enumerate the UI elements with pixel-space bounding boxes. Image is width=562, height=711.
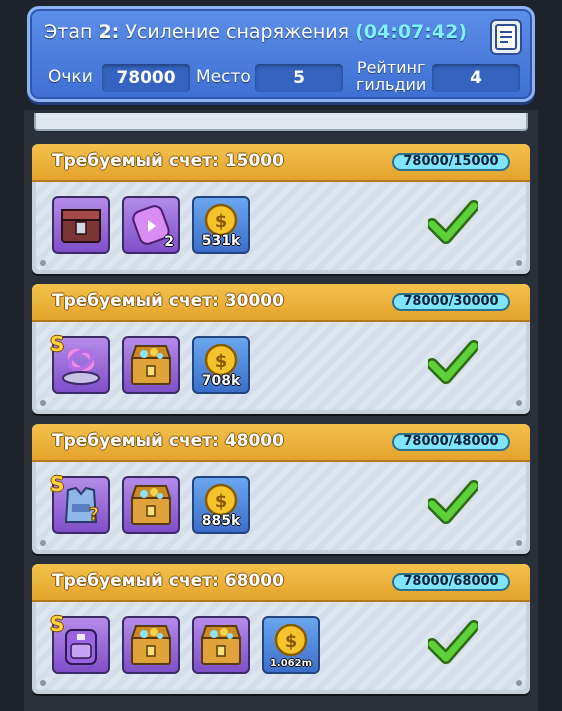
- completed-check-icon: [428, 200, 478, 244]
- treasure-chest-icon: [130, 345, 172, 385]
- reward-count: 2: [164, 234, 174, 250]
- s-rank-badge: S: [50, 472, 65, 496]
- guild-rating-value: 4: [432, 64, 520, 92]
- notepad-icon: [495, 24, 517, 50]
- stage-number: 2:: [98, 21, 120, 43]
- reward-item[interactable]: $ 885k: [192, 476, 250, 534]
- treasure-chest-icon: [200, 625, 242, 665]
- tier-progress-badge: 78000/68000: [392, 573, 510, 591]
- treasure-chest-icon: [130, 625, 172, 665]
- svg-text:$: $: [215, 351, 228, 372]
- reward-amount: 531k: [201, 233, 241, 249]
- s-rank-badge: S: [50, 612, 65, 636]
- equipment-chest-icon: [61, 209, 101, 243]
- tier-header: Требуемый счет: 68000 78000/68000: [32, 564, 530, 602]
- reward-item[interactable]: ? S: [50, 472, 110, 534]
- previous-tier-card-edge: [34, 113, 528, 131]
- reward-item[interactable]: S: [50, 332, 110, 394]
- tier-header: Требуемый счет: 15000 78000/15000: [32, 144, 530, 182]
- reward-item[interactable]: $ 708k: [192, 336, 250, 394]
- reward-item[interactable]: [122, 476, 180, 534]
- required-score-label: Требуемый счет: 15000: [52, 151, 284, 171]
- reward-tier-card: Требуемый счет: 48000 78000/48000 ? S $ …: [32, 424, 530, 554]
- stage-title: Этап 2: Усиление снаряжения (04:07:42): [44, 21, 467, 43]
- reward-item[interactable]: [122, 336, 180, 394]
- guild-rating-label: Рейтинг гильдии: [356, 58, 427, 94]
- svg-text:$: $: [215, 491, 228, 512]
- svg-text:$: $: [215, 211, 228, 232]
- place-value: 5: [255, 64, 343, 92]
- tier-progress-badge: 78000/15000: [392, 153, 510, 171]
- points-value: 78000: [102, 64, 190, 92]
- required-score-label: Требуемый счет: 68000: [52, 571, 284, 591]
- treasure-chest-icon: [130, 485, 172, 525]
- tier-header: Требуемый счет: 30000 78000/30000: [32, 284, 530, 322]
- event-info-button[interactable]: [490, 19, 522, 55]
- place-label: Место: [196, 67, 251, 87]
- stage-prefix: Этап: [44, 21, 93, 43]
- reward-amount: 1.062m: [269, 658, 313, 669]
- points-label: Очки: [48, 67, 93, 87]
- reward-item[interactable]: [122, 616, 180, 674]
- required-score-label: Требуемый счет: 48000: [52, 431, 284, 451]
- completed-check-icon: [428, 620, 478, 664]
- tier-progress-badge: 78000/48000: [392, 433, 510, 451]
- s-rank-badge: S: [50, 332, 65, 356]
- completed-check-icon: [428, 480, 478, 524]
- stage-timer: (04:07:42): [355, 21, 467, 43]
- reward-item[interactable]: 2: [122, 196, 180, 254]
- reward-item[interactable]: $ 531k: [192, 196, 250, 254]
- reward-amount: 885k: [201, 513, 241, 529]
- reward-item[interactable]: S: [50, 612, 110, 674]
- svg-text:?: ?: [89, 504, 99, 525]
- reward-tier-card: Требуемый счет: 30000 78000/30000 S $ 70…: [32, 284, 530, 414]
- required-score-label: Требуемый счет: 30000: [52, 291, 284, 311]
- svg-text:$: $: [285, 631, 298, 652]
- completed-check-icon: [428, 340, 478, 384]
- reward-item[interactable]: [192, 616, 250, 674]
- reward-item[interactable]: [52, 196, 110, 254]
- reward-tier-card: Требуемый счет: 68000 78000/68000 S $ 1.…: [32, 564, 530, 694]
- reward-item[interactable]: $ 1.062m: [262, 616, 320, 674]
- reward-tier-card: Требуемый счет:15000 78000/15000 2 $ 53: [32, 144, 530, 274]
- event-header-panel: Этап 2: Усиление снаряжения (04:07:42) О…: [27, 6, 535, 102]
- tier-progress-badge: 78000/30000: [392, 293, 510, 311]
- tier-header: Требуемый счет: 48000 78000/48000: [32, 424, 530, 462]
- stage-name: Усиление снаряжения: [125, 21, 350, 43]
- reward-amount: 708k: [201, 373, 241, 389]
